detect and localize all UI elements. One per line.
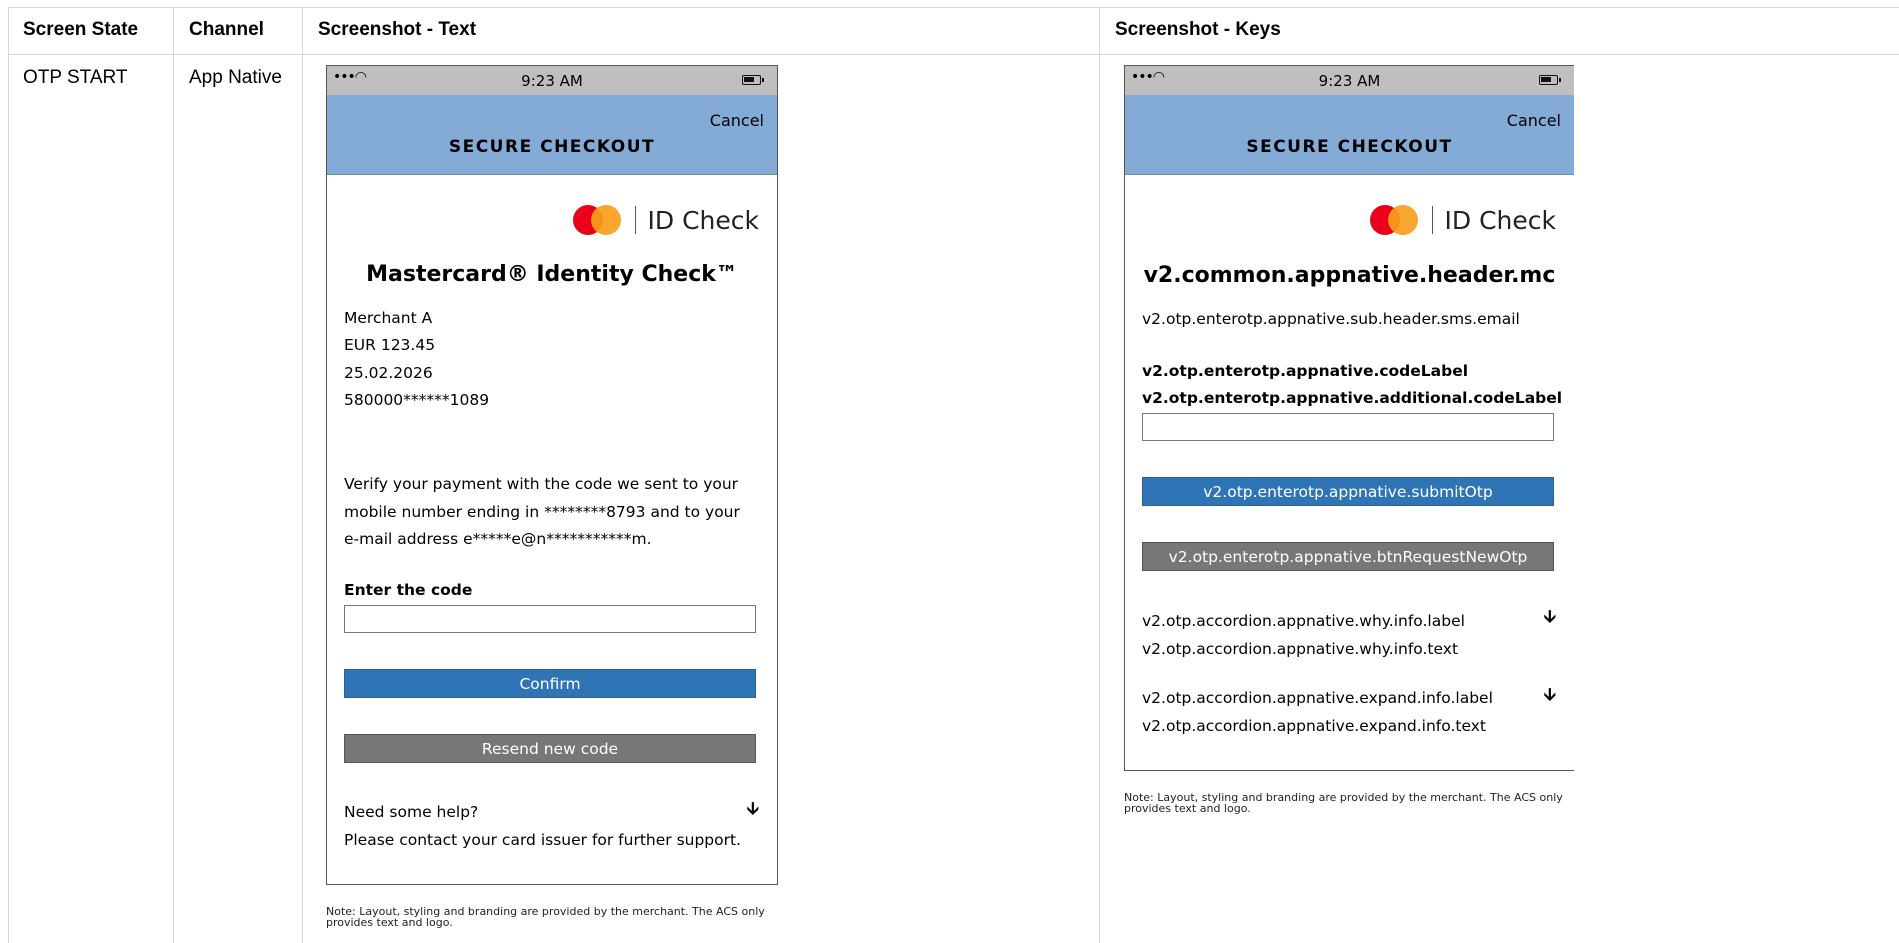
phone-mockup-text: •••◠ 9:23 AM Cancel SECURE CHECKOUT ID C… — [326, 65, 778, 885]
header-screenshot-text: Screenshot - Text — [318, 19, 477, 40]
expand-info-text-key: v2.otp.accordion.appnative.expand.info.t… — [1142, 717, 1486, 735]
id-check-logo: ID Check — [1369, 203, 1556, 237]
arrow-down-icon[interactable]: 🡫 — [1544, 682, 1556, 711]
amount: EUR 123.45 — [344, 336, 436, 354]
phone-mockup-keys: •••◠ 9:23 AM Cancel SECURE CHECKOUT ID C… — [1124, 65, 1574, 771]
code-input[interactable] — [344, 605, 756, 633]
id-check-logo: ID Check — [572, 203, 759, 237]
page-title-key: v2.common.appnative.header.mc — [1143, 263, 1556, 288]
code-input[interactable] — [1142, 413, 1554, 441]
verify-message-line-2: mobile number ending in ********8793 and… — [344, 503, 740, 521]
arrow-down-icon[interactable]: 🡫 — [747, 796, 759, 825]
status-time: 9:23 AM — [1318, 72, 1381, 90]
header-screenshot-keys: Screenshot - Keys — [1115, 19, 1281, 40]
column-divider-2 — [302, 7, 303, 943]
cell-channel: App Native — [189, 67, 282, 88]
sub-header-key: v2.otp.enterotp.appnative.sub.header.sms… — [1142, 310, 1520, 328]
layout-note: Note: Layout, styling and branding are p… — [326, 906, 765, 928]
status-bar: •••◠ 9:23 AM — [1125, 66, 1574, 95]
checkout-header: Cancel SECURE CHECKOUT — [1125, 95, 1574, 175]
code-label-key: v2.otp.enterotp.appnative.codeLabel — [1142, 362, 1469, 380]
table-header-border — [8, 54, 1899, 55]
table-left-border — [8, 7, 9, 943]
transaction-date: 25.02.2026 — [344, 364, 433, 382]
column-divider-3 — [1099, 7, 1100, 943]
status-time: 9:23 AM — [521, 72, 583, 90]
resend-code-button[interactable]: Resend new code — [344, 734, 756, 763]
table-top-border — [8, 7, 1899, 8]
checkout-title: SECURE CHECKOUT — [1246, 137, 1453, 157]
battery-icon — [742, 75, 764, 85]
status-bar: •••◠ 9:23 AM — [327, 66, 777, 95]
help-label[interactable]: Need some help? — [344, 803, 478, 821]
why-info-label-key[interactable]: v2.otp.accordion.appnative.why.info.labe… — [1142, 612, 1465, 630]
header-screen-state: Screen State — [23, 19, 139, 40]
card-number: 580000******1089 — [344, 391, 490, 409]
checkout-header: Cancel SECURE CHECKOUT — [327, 95, 777, 175]
cancel-link[interactable]: Cancel — [710, 111, 764, 130]
logo-text: ID Check — [647, 205, 759, 235]
why-info-text-key: v2.otp.accordion.appnative.why.info.text — [1142, 640, 1459, 658]
submit-otp-button[interactable]: v2.otp.enterotp.appnative.submitOtp — [1142, 477, 1554, 506]
confirm-button[interactable]: Confirm — [344, 669, 756, 698]
merchant-name: Merchant A — [344, 309, 433, 327]
arrow-down-icon[interactable]: 🡫 — [1544, 604, 1556, 633]
cancel-link[interactable]: Cancel — [1507, 111, 1561, 130]
cell-screen-state: OTP START — [23, 67, 128, 88]
expand-info-label-key[interactable]: v2.otp.accordion.appnative.expand.info.l… — [1142, 689, 1493, 707]
header-channel: Channel — [189, 19, 264, 40]
logo-text: ID Check — [1444, 205, 1556, 235]
verify-message-line-1: Verify your payment with the code we sen… — [344, 475, 739, 493]
checkout-title: SECURE CHECKOUT — [448, 137, 656, 157]
code-label: Enter the code — [344, 581, 473, 599]
verify-message-line-3: e-mail address e*****e@n***********m. — [344, 530, 652, 548]
help-text: Please contact your card issuer for furt… — [344, 831, 742, 849]
column-divider-1 — [173, 7, 174, 943]
additional-code-label-key: v2.otp.enterotp.appnative.additional.cod… — [1142, 389, 1563, 407]
battery-icon — [1539, 75, 1561, 85]
page-title: Mastercard® Identity Check™ — [366, 262, 738, 287]
layout-note: Note: Layout, styling and branding are p… — [1124, 792, 1563, 814]
request-new-otp-button[interactable]: v2.otp.enterotp.appnative.btnRequestNewO… — [1142, 542, 1554, 571]
